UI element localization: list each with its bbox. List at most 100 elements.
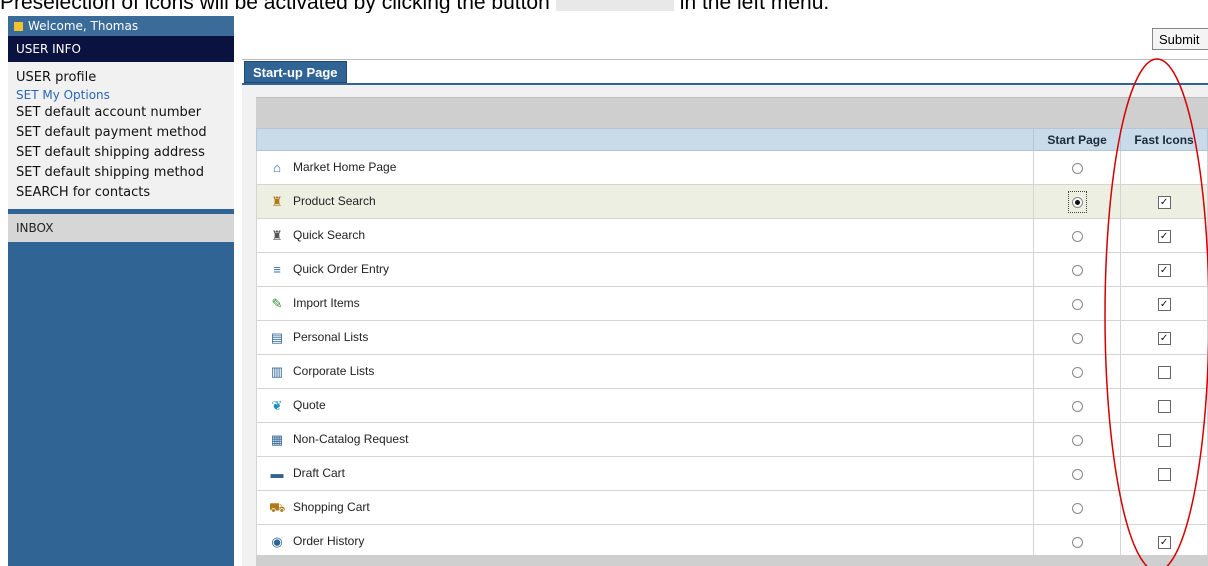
fast-icon-checkbox[interactable] bbox=[1157, 433, 1171, 447]
start-page-radio[interactable] bbox=[1071, 468, 1083, 480]
start-page-cell bbox=[1033, 184, 1122, 219]
menu-item-set-my-options[interactable]: SET My Options bbox=[16, 88, 234, 103]
start-page-cell bbox=[1033, 524, 1122, 559]
menu-item-default-shipping-method[interactable]: SET default shipping method bbox=[16, 163, 234, 183]
row-name-cell: ✎ Import Items bbox=[255, 286, 1035, 321]
fast-icon-cell bbox=[1120, 422, 1208, 457]
row-name-cell: ♜ Quick Search bbox=[255, 218, 1035, 253]
user-info-menu: USER profile SET My Options SET default … bbox=[8, 62, 234, 209]
start-page-cell bbox=[1033, 490, 1122, 525]
row-name-cell: ≡ Quick Order Entry bbox=[255, 252, 1035, 287]
fast-icon-checkbox[interactable]: ✓ bbox=[1157, 297, 1171, 311]
fast-icon-checkbox[interactable] bbox=[1157, 467, 1171, 481]
table-row: ✎ Import Items ✓ bbox=[255, 286, 1208, 321]
fast-icon-cell: ✓ bbox=[1120, 184, 1208, 219]
row-label: Corporate Lists bbox=[293, 363, 375, 378]
start-page-cell bbox=[1033, 320, 1122, 355]
caption-text-before: Preselection of icons will be activated … bbox=[0, 0, 550, 13]
user-info-header[interactable]: USER INFO bbox=[8, 36, 234, 62]
fast-icon-checkbox[interactable] bbox=[1157, 399, 1171, 413]
quick-order-icon: ≡ bbox=[273, 261, 281, 277]
row-name-cell: ▬ Draft Cart bbox=[255, 456, 1035, 491]
row-label: Quick Order Entry bbox=[293, 261, 390, 276]
panel-footer-bar bbox=[256, 555, 1208, 566]
start-page-radio[interactable] bbox=[1071, 400, 1083, 412]
start-page-cell bbox=[1033, 422, 1122, 457]
start-page-cell bbox=[1033, 286, 1122, 321]
table-row: ▤ Personal Lists ✓ bbox=[255, 320, 1208, 355]
row-label: Import Items bbox=[293, 295, 360, 310]
table-row: ♜ Product Search ✓ bbox=[255, 184, 1208, 219]
row-label: Order History bbox=[293, 533, 365, 548]
startup-options-table: Start Page Fast Icons ⌂ Market Home Page ♜… bbox=[255, 128, 1208, 559]
column-header-name bbox=[255, 128, 1035, 151]
import-icon: ✎ bbox=[271, 295, 283, 311]
submit-button[interactable]: Submit bbox=[1152, 28, 1208, 50]
start-page-radio[interactable] bbox=[1071, 264, 1083, 276]
row-name-cell: ◉ Order History bbox=[255, 524, 1035, 559]
fast-icon-checkbox[interactable] bbox=[1157, 365, 1171, 379]
welcome-bullet-icon bbox=[14, 21, 23, 31]
start-page-radio[interactable] bbox=[1071, 162, 1083, 174]
panel-header-bar bbox=[256, 97, 1208, 128]
row-name-cell: ▦ Non-Catalog Request bbox=[255, 422, 1035, 457]
row-name-cell: ❦ Quote bbox=[255, 388, 1035, 423]
row-label: Market Home Page bbox=[293, 159, 397, 174]
row-name-cell: ⌂ Market Home Page bbox=[255, 150, 1035, 185]
start-page-radio[interactable] bbox=[1071, 502, 1083, 514]
fast-icon-checkbox[interactable]: ✓ bbox=[1157, 331, 1171, 345]
menu-item-default-account[interactable]: SET default account number bbox=[16, 103, 234, 123]
inbox-header[interactable]: INBOX bbox=[8, 214, 234, 242]
start-page-cell bbox=[1033, 354, 1122, 389]
start-page-radio[interactable] bbox=[1071, 434, 1083, 446]
row-label: Personal Lists bbox=[293, 329, 369, 344]
start-page-radio[interactable] bbox=[1071, 298, 1083, 310]
fast-icon-checkbox[interactable]: ✓ bbox=[1157, 195, 1171, 209]
order-history-icon: ◉ bbox=[271, 533, 283, 549]
table-row: ⌂ Market Home Page bbox=[255, 150, 1208, 185]
menu-item-user-profile[interactable]: USER profile bbox=[16, 68, 234, 88]
start-page-radio[interactable] bbox=[1071, 536, 1083, 548]
fast-icon-checkbox[interactable]: ✓ bbox=[1157, 263, 1171, 277]
start-page-cell bbox=[1033, 252, 1122, 287]
start-page-radio[interactable] bbox=[1071, 332, 1083, 344]
row-name-cell: ▥ Corporate Lists bbox=[255, 354, 1035, 389]
binoculars-icon: ♜ bbox=[271, 193, 283, 209]
row-name-cell: ▤ Personal Lists bbox=[255, 320, 1035, 355]
start-page-radio[interactable] bbox=[1071, 366, 1083, 378]
row-label: Product Search bbox=[293, 193, 376, 208]
row-name-cell: ♜ Product Search bbox=[255, 184, 1035, 219]
start-page-cell bbox=[1033, 218, 1122, 253]
non-catalog-icon: ▦ bbox=[270, 431, 284, 447]
menu-item-default-shipping-address[interactable]: SET default shipping address bbox=[16, 143, 234, 163]
tab-start-up-page[interactable]: Start-up Page bbox=[244, 61, 347, 83]
caption-text-after: in the left menu. bbox=[679, 0, 830, 13]
quick-search-icon: ♜ bbox=[271, 227, 283, 243]
start-page-radio[interactable] bbox=[1071, 230, 1083, 242]
row-label: Draft Cart bbox=[293, 465, 346, 480]
instruction-caption: Preselection of icons will be activated … bbox=[0, 0, 1208, 13]
menu-item-default-payment[interactable]: SET default payment method bbox=[16, 123, 234, 143]
column-header-fast-icons: Fast Icons bbox=[1120, 128, 1208, 151]
row-label: Quote bbox=[293, 397, 326, 412]
table-row: ♜ Quick Search ✓ bbox=[255, 218, 1208, 253]
radio-focus-ring bbox=[1067, 190, 1087, 213]
shopping-cart-icon: ⛟ bbox=[269, 499, 286, 515]
personal-list-icon: ▤ bbox=[270, 329, 284, 345]
menu-item-search-contacts[interactable]: SEARCH for contacts bbox=[16, 183, 234, 203]
table-row: ⛟ Shopping Cart bbox=[255, 490, 1208, 525]
corporate-list-icon: ▥ bbox=[270, 363, 284, 379]
table-row: ▬ Draft Cart bbox=[255, 456, 1208, 491]
table-row: ▥ Corporate Lists bbox=[255, 354, 1208, 389]
fast-icon-cell bbox=[1120, 490, 1208, 525]
table-row: ≡ Quick Order Entry ✓ bbox=[255, 252, 1208, 287]
fast-icon-checkbox[interactable]: ✓ bbox=[1157, 535, 1171, 549]
fast-icon-checkbox[interactable]: ✓ bbox=[1157, 229, 1171, 243]
fast-icon-cell: ✓ bbox=[1120, 320, 1208, 355]
fast-icon-cell bbox=[1120, 456, 1208, 491]
column-header-start-page: Start Page bbox=[1033, 128, 1122, 151]
table-row: ◉ Order History ✓ bbox=[255, 524, 1208, 559]
top-divider bbox=[242, 59, 1208, 60]
start-page-radio[interactable] bbox=[1071, 196, 1083, 208]
table-row: ▦ Non-Catalog Request bbox=[255, 422, 1208, 457]
